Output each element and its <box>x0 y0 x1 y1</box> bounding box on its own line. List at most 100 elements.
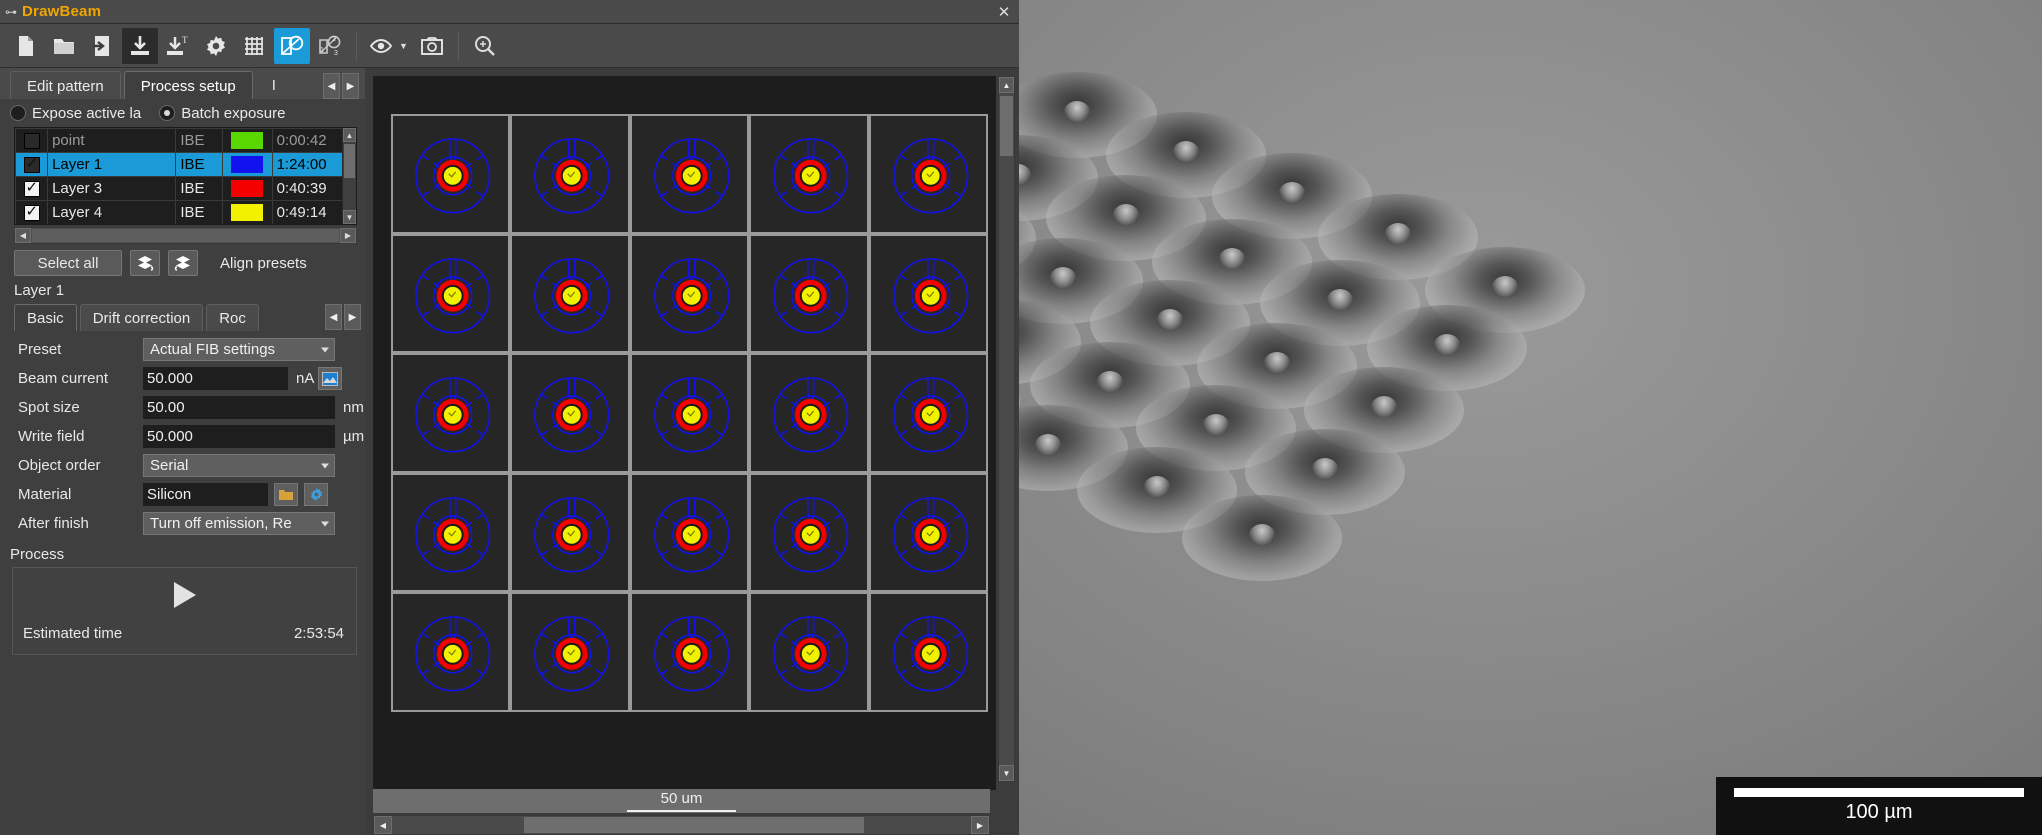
pattern-cell[interactable] <box>629 353 750 473</box>
layer-checkbox-cell[interactable] <box>15 200 49 224</box>
scroll-right-icon[interactable]: ▶ <box>971 816 989 834</box>
pattern-cell[interactable] <box>749 472 869 593</box>
tab-scroll-right-icon[interactable]: ▶ <box>342 73 359 99</box>
preset-select[interactable]: Actual FIB settings <box>143 338 335 361</box>
pattern-cell[interactable] <box>749 233 869 354</box>
table-row[interactable]: Layer 4 IBE 0:49:14 <box>15 200 356 224</box>
snapshot-icon[interactable] <box>414 28 450 64</box>
layer-checkbox[interactable] <box>23 202 40 222</box>
canvas-vertical-scrollbar[interactable]: ▲ ▼ <box>998 76 1015 782</box>
pattern-cell[interactable] <box>749 592 869 712</box>
layer-checkbox-cell[interactable] <box>15 176 49 201</box>
radio-batch-exposure[interactable] <box>159 105 176 121</box>
pattern-cell[interactable] <box>510 233 630 354</box>
object-order-select[interactable]: Serial <box>143 454 335 477</box>
preview-eye-icon[interactable] <box>365 28 401 64</box>
layer-checkbox-cell[interactable] <box>15 128 49 153</box>
settings-tab-scroll-left-icon[interactable]: ◀ <box>325 304 342 330</box>
scroll-up-icon[interactable]: ▲ <box>999 77 1014 93</box>
pattern-cell[interactable] <box>868 592 988 712</box>
layer-checkbox[interactable] <box>23 154 40 174</box>
scroll-thumb[interactable] <box>344 144 355 178</box>
tab-edit-pattern[interactable]: Edit pattern <box>10 71 121 100</box>
grid-icon[interactable] <box>236 28 272 64</box>
tab-drift-correction[interactable]: Drift correction <box>79 304 204 331</box>
layers-down-icon[interactable] <box>168 250 198 276</box>
save-icon[interactable] <box>122 27 158 64</box>
layers-up-icon[interactable] <box>130 250 160 276</box>
pattern-cell[interactable] <box>391 472 511 593</box>
tab-scroll-left-icon[interactable]: ◀ <box>323 73 340 99</box>
window-menu-icon[interactable]: ⊶ <box>0 5 22 19</box>
table-row[interactable]: point IBE 0:00:42 <box>15 128 356 153</box>
layer-checkbox[interactable] <box>23 133 40 150</box>
pattern-cell[interactable] <box>629 233 750 354</box>
tab-process-setup[interactable]: Process setup <box>123 71 253 100</box>
select-all-button[interactable]: Select all <box>14 250 122 276</box>
pattern-cell[interactable] <box>749 353 869 473</box>
pattern-cell[interactable] <box>868 114 988 234</box>
beam-current-input[interactable]: 50.000 <box>143 367 288 390</box>
scroll-up-icon[interactable]: ▲ <box>343 128 356 142</box>
layer-color-cell[interactable] <box>222 200 273 224</box>
zoom-search-icon[interactable] <box>467 28 503 64</box>
pattern-canvas[interactable] <box>373 76 996 790</box>
play-icon[interactable] <box>173 582 196 608</box>
layer-checkbox-cell[interactable] <box>15 152 49 177</box>
scroll-down-icon[interactable]: ▼ <box>343 210 356 224</box>
import-file-icon[interactable] <box>84 28 120 64</box>
layer-checkbox[interactable] <box>23 178 40 198</box>
tab-basic[interactable]: Basic <box>14 304 77 331</box>
pattern-cell[interactable] <box>391 353 511 473</box>
material-input[interactable]: Silicon <box>143 483 268 506</box>
pattern-cell[interactable] <box>629 114 750 234</box>
chevron-down-icon[interactable]: ▼ <box>399 41 408 51</box>
open-folder-icon[interactable] <box>46 28 82 64</box>
canvas-horizontal-scrollbar[interactable]: ◀ ▶ <box>373 815 990 835</box>
beam-current-picker-icon[interactable] <box>318 367 343 390</box>
pattern-cell[interactable] <box>629 592 750 712</box>
gear-icon[interactable] <box>304 483 328 506</box>
pattern-cell[interactable] <box>510 353 630 473</box>
scroll-track[interactable] <box>32 229 339 242</box>
scroll-left-icon[interactable]: ◀ <box>374 816 392 834</box>
spot-size-input[interactable]: 50.00 <box>143 396 335 419</box>
save-as-text-icon[interactable]: T <box>160 28 196 64</box>
radio-expose-active-layer[interactable] <box>10 105 26 121</box>
pattern-cell[interactable] <box>629 472 750 593</box>
pattern-cell[interactable] <box>510 592 630 712</box>
scroll-right-icon[interactable]: ▶ <box>340 228 356 243</box>
after-finish-select[interactable]: Turn off emission, Re <box>143 512 335 535</box>
scroll-left-icon[interactable]: ◀ <box>15 228 31 243</box>
pattern-cell[interactable] <box>391 592 511 712</box>
align-presets-button[interactable]: Align presets <box>206 250 321 276</box>
pattern-cell[interactable] <box>868 353 988 473</box>
pattern-cell[interactable] <box>391 114 511 234</box>
new-file-icon[interactable] <box>8 28 44 64</box>
settings-tab-scroll-right-icon[interactable]: ▶ <box>344 304 361 330</box>
scroll-thumb[interactable] <box>524 817 864 833</box>
pattern-cell[interactable] <box>510 114 630 234</box>
layer-table-vertical-scrollbar[interactable]: ▲ ▼ <box>342 128 356 224</box>
object-order-icon[interactable]: 1 2 3 <box>312 28 348 64</box>
pattern-cell[interactable] <box>868 233 988 354</box>
folder-icon[interactable] <box>274 483 298 506</box>
pattern-cell[interactable] <box>868 472 988 593</box>
table-row[interactable]: Layer 3 IBE 0:40:39 <box>15 176 356 201</box>
layer-color-cell[interactable] <box>222 128 273 153</box>
table-row[interactable]: Layer 1 IBE 1:24:00 <box>15 152 356 177</box>
scroll-down-icon[interactable]: ▼ <box>999 765 1014 781</box>
edit-shape-icon[interactable] <box>274 27 310 64</box>
tab-more[interactable]: I <box>256 71 292 100</box>
pattern-cell[interactable] <box>391 233 511 354</box>
layer-color-cell[interactable] <box>222 176 273 201</box>
layer-color-cell[interactable] <box>222 152 273 177</box>
tab-rocking[interactable]: Roc <box>206 304 259 331</box>
layer-table-horizontal-scrollbar[interactable]: ◀ ▶ <box>14 227 357 244</box>
settings-gear-icon[interactable] <box>198 28 234 64</box>
pattern-cell[interactable] <box>510 472 630 593</box>
pattern-cell[interactable] <box>749 114 869 234</box>
close-icon[interactable]: ✕ <box>989 3 1019 21</box>
scroll-thumb[interactable] <box>1000 96 1013 156</box>
write-field-input[interactable]: 50.000 <box>143 425 335 448</box>
